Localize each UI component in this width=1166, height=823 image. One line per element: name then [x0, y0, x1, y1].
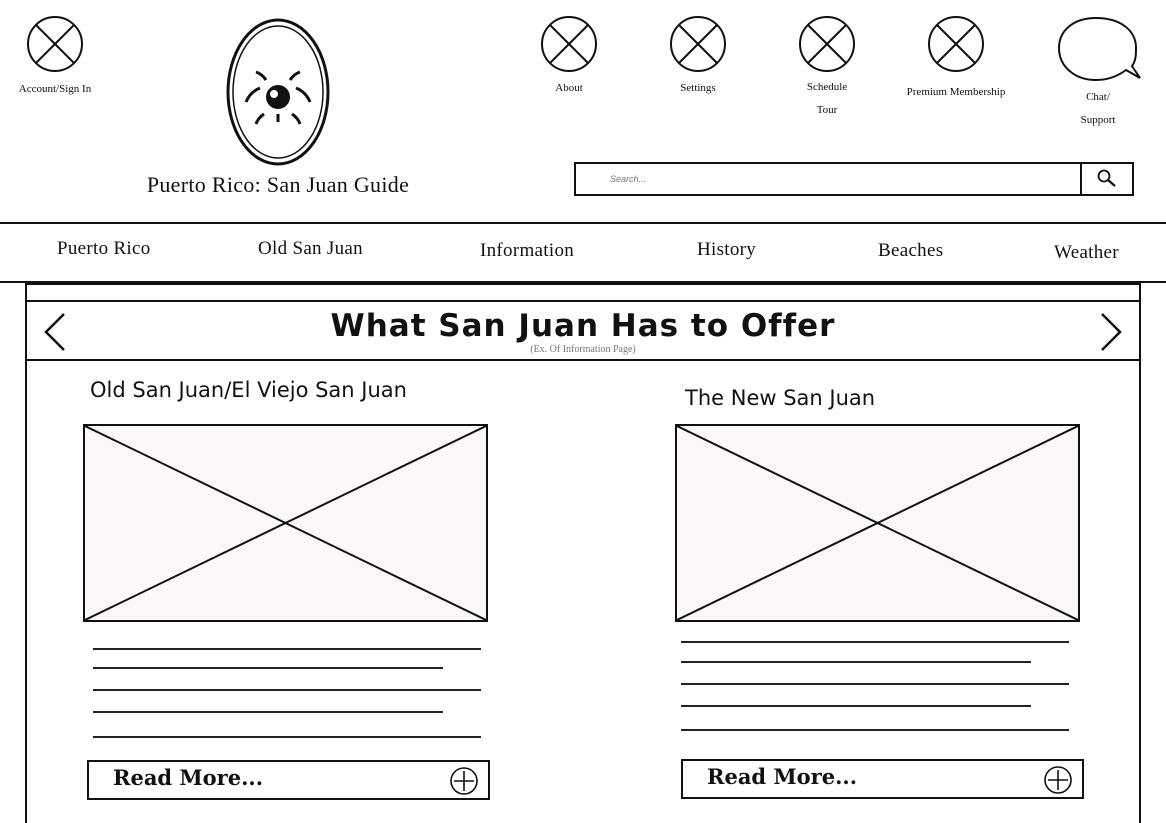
nav-item-information[interactable]: Information [480, 240, 574, 262]
placeholder-x-icon [928, 16, 984, 72]
image-placeholder [675, 424, 1080, 622]
content-frame-right [1139, 283, 1141, 823]
text-placeholder-line [681, 705, 1031, 707]
placeholder-x-icon [799, 16, 855, 72]
text-placeholder-line [93, 736, 481, 738]
nav-item-history[interactable]: History [697, 239, 756, 261]
image-placeholder-icon [85, 426, 486, 620]
logo-icon [226, 18, 330, 166]
settings-link[interactable]: Settings [658, 16, 738, 100]
read-more-label: Read More... [707, 764, 858, 789]
nav-item-beaches[interactable]: Beaches [878, 240, 943, 262]
about-label: About [555, 82, 583, 94]
text-placeholder-line [681, 683, 1069, 685]
search-icon [1097, 169, 1116, 187]
plus-circle-icon [450, 767, 478, 795]
placeholder-x-icon [670, 16, 726, 72]
schedule-tour-label: Schedule Tour [806, 81, 848, 116]
account-sign-in[interactable]: Account/Sign In [10, 16, 100, 103]
content-frame-top [25, 283, 1141, 285]
chat-support-label: Chat/ Support [1080, 91, 1116, 126]
read-more-button-old-san-juan[interactable]: Read More... [87, 760, 490, 800]
settings-label: Settings [680, 82, 716, 94]
text-placeholder-line [681, 729, 1069, 731]
site-title: Puerto Rico: San Juan Guide [146, 172, 410, 197]
nav-top-divider [0, 222, 1166, 224]
nav-item-weather[interactable]: Weather [1054, 242, 1119, 264]
search-button[interactable] [1080, 162, 1134, 196]
nav-item-puerto-rico[interactable]: Puerto Rico [57, 238, 151, 260]
text-placeholder-line [681, 661, 1031, 663]
search-box[interactable] [574, 162, 1080, 196]
banner-subtitle: (Ex. Of Information Page) [530, 344, 636, 355]
search-input[interactable] [610, 174, 910, 184]
content-frame-left [25, 283, 27, 823]
schedule-tour-link[interactable]: Schedule Tour [787, 16, 867, 122]
nav-item-old-san-juan[interactable]: Old San Juan [258, 238, 363, 260]
account-label: Account/Sign In [18, 83, 92, 95]
text-placeholder-line [93, 711, 443, 713]
column-title-new-san-juan: The New San Juan [685, 386, 876, 410]
placeholder-x-icon [541, 16, 597, 72]
premium-membership-label: Premium Membership [906, 86, 1006, 98]
placeholder-x-icon [27, 16, 83, 72]
read-more-button-new-san-juan[interactable]: Read More... [681, 759, 1084, 799]
chevron-left-icon[interactable] [40, 312, 70, 352]
text-placeholder-line [93, 667, 443, 669]
read-more-label: Read More... [113, 765, 264, 790]
plus-circle-icon [1044, 766, 1072, 794]
about-link[interactable]: About [529, 16, 609, 100]
text-placeholder-line [93, 648, 481, 650]
san-juan-guide-logo[interactable] [226, 18, 330, 166]
image-placeholder-icon [677, 426, 1078, 620]
image-placeholder [83, 424, 488, 622]
text-placeholder-line [93, 689, 481, 691]
chevron-right-icon[interactable] [1096, 312, 1126, 352]
text-placeholder-line [681, 641, 1069, 643]
premium-membership-link[interactable]: Premium Membership [896, 16, 1016, 104]
chat-support-link[interactable]: Chat/ Support [1056, 16, 1146, 132]
banner-title: What San Juan Has to Offer [330, 308, 836, 344]
column-title-old-san-juan: Old San Juan/El Viejo San Juan [90, 378, 407, 402]
speech-bubble-icon [1057, 16, 1141, 82]
